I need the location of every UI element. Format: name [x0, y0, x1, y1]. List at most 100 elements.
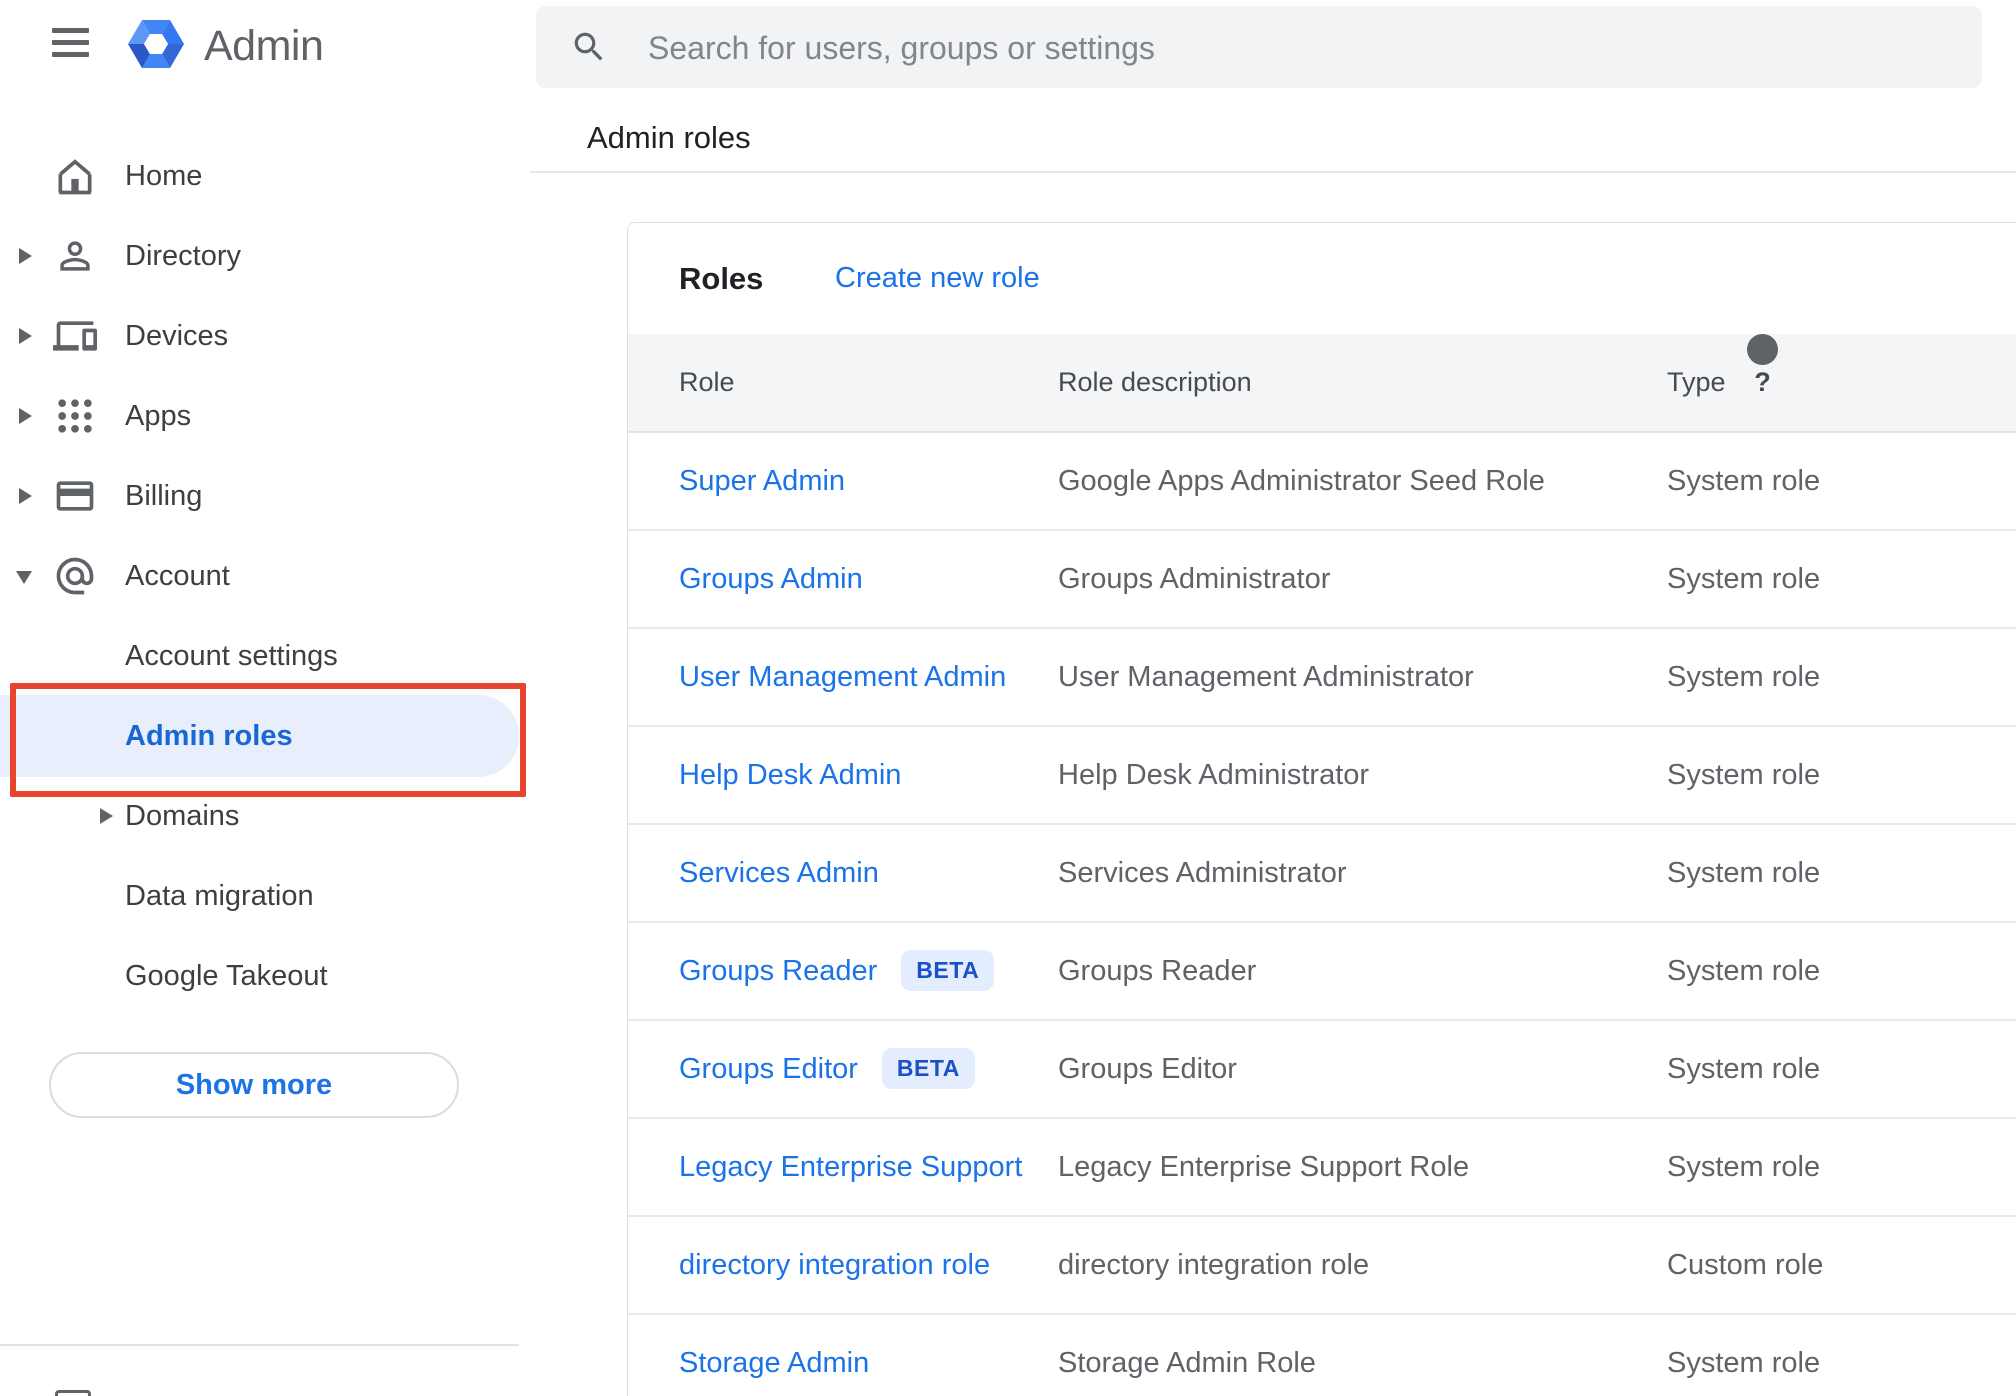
search-icon	[570, 28, 608, 66]
role-link[interactable]: Groups Admin	[679, 563, 863, 595]
role-type: System role	[1667, 759, 1821, 791]
table-row: Groups AdminBETA Groups Administrator Sy…	[628, 531, 2016, 629]
role-link[interactable]: Groups Editor	[679, 1053, 858, 1085]
column-header-type: Type	[1667, 367, 1726, 397]
beta-badge: BETA	[901, 950, 995, 991]
roles-title: Roles	[679, 261, 764, 296]
expand-arrow-icon[interactable]	[19, 248, 32, 264]
sidebar-item-data-migration[interactable]: Data migration	[0, 856, 530, 936]
devices-icon	[53, 314, 97, 358]
role-description: directory integration role	[1058, 1249, 1370, 1281]
help-icon[interactable]: ?	[1747, 334, 1778, 397]
beta-badge: BETA	[881, 1048, 975, 1089]
sidebar-item-billing[interactable]: Billing	[0, 456, 530, 536]
sidebar-item-label: Data migration	[125, 880, 314, 912]
sidebar-item-devices[interactable]: Devices	[0, 296, 530, 376]
role-link[interactable]: Legacy Enterprise Support	[679, 1151, 1022, 1183]
table-header: Role Role description Type ?	[628, 334, 2016, 433]
role-type: System role	[1667, 857, 1821, 889]
role-description: Legacy Enterprise Support Role	[1058, 1151, 1470, 1183]
sidebar-item-admin-roles[interactable]: Admin roles	[0, 683, 530, 797]
role-link[interactable]: directory integration role	[679, 1249, 990, 1281]
role-description: User Management Administrator	[1058, 661, 1474, 693]
column-header-role: Role	[679, 367, 735, 397]
card-icon	[53, 474, 97, 518]
role-link[interactable]: Super Admin	[679, 465, 845, 497]
menu-bar	[52, 40, 89, 45]
google-admin-console: Admin Home Directory Devices Apps Billin…	[0, 0, 2016, 1396]
person-icon	[53, 234, 97, 278]
sidebar-item-label: Apps	[125, 400, 192, 432]
role-type: System role	[1667, 661, 1821, 693]
table-row: Help Desk AdminBETA Help Desk Administra…	[628, 727, 2016, 825]
sidebar-item-label: Account	[125, 560, 230, 592]
sidebar-item-label: Billing	[125, 480, 203, 512]
role-description: Groups Reader	[1058, 955, 1257, 987]
roles-card: Roles Create new role Role Role descript…	[627, 222, 2016, 1396]
table-row: directory integration roleBETA directory…	[628, 1217, 2016, 1315]
collapse-arrow-icon[interactable]	[16, 571, 32, 584]
sidebar-item-label: Account settings	[125, 640, 338, 672]
search-bar	[536, 6, 1982, 90]
expand-arrow-icon[interactable]	[19, 408, 32, 424]
role-type: System role	[1667, 955, 1821, 987]
sidebar-item-label: Domains	[125, 800, 240, 832]
partial-bottom-icon	[55, 1390, 91, 1396]
role-description: Groups Editor	[1058, 1053, 1237, 1085]
role-description: Groups Administrator	[1058, 563, 1331, 595]
role-description: Google Apps Administrator Seed Role	[1058, 465, 1545, 497]
role-type: System role	[1667, 465, 1821, 497]
expand-arrow-icon[interactable]	[19, 488, 32, 504]
table-row: Services AdminBETA Services Administrato…	[628, 825, 2016, 923]
menu-bar	[52, 52, 89, 57]
sidebar-item-label: Devices	[125, 320, 229, 352]
sidebar-item-label: Directory	[125, 240, 242, 272]
sidebar-item-account[interactable]: Account	[0, 536, 530, 616]
column-header-description: Role description	[1058, 367, 1252, 397]
sidebar-item-label: Home	[125, 160, 203, 192]
role-type: System role	[1667, 563, 1821, 595]
role-link[interactable]: Storage Admin	[679, 1347, 869, 1379]
show-more-button[interactable]: Show more	[49, 1052, 459, 1118]
breadcrumb: Admin roles	[587, 120, 751, 155]
role-description: Help Desk Administrator	[1058, 759, 1370, 791]
sidebar-item-home[interactable]: Home	[0, 136, 530, 216]
table-body: Super Admin BETA Google Apps Administrato…	[628, 433, 2016, 1396]
sidebar-item-label: Admin roles	[125, 720, 293, 752]
sidebar-item-google-takeout[interactable]: Google Takeout	[0, 936, 530, 1016]
role-type: System role	[1667, 1151, 1821, 1183]
role-link[interactable]: Help Desk Admin	[679, 759, 901, 791]
menu-icon[interactable]	[52, 28, 89, 57]
home-icon	[53, 154, 97, 198]
role-link[interactable]: Services Admin	[679, 857, 879, 889]
table-row: Super AdminBETA Google Apps Administrato…	[628, 433, 2016, 531]
sidebar: Admin Home Directory Devices Apps Billin…	[0, 0, 530, 1396]
at-icon	[53, 554, 97, 598]
sidebar-item-account-settings[interactable]: Account settings	[0, 616, 530, 696]
role-link[interactable]: User Management Admin	[679, 661, 1006, 693]
sidebar-item-directory[interactable]: Directory	[0, 216, 530, 296]
apps-icon	[53, 394, 97, 438]
sidebar-item-apps[interactable]: Apps	[0, 376, 530, 456]
role-type: Custom role	[1667, 1249, 1824, 1281]
admin-logo-icon	[126, 17, 186, 72]
app-title: Admin	[204, 22, 324, 70]
table-row: Groups Editor BETA Groups Editor System r…	[628, 1021, 2016, 1119]
search-input[interactable]	[646, 6, 1930, 90]
role-link[interactable]: Groups Reader	[679, 955, 877, 987]
menu-bar	[52, 28, 89, 33]
expand-arrow-icon[interactable]	[19, 328, 32, 344]
create-new-role-link[interactable]: Create new role	[835, 223, 1040, 334]
table-row: Legacy Enterprise SupportBETA Legacy Ent…	[628, 1119, 2016, 1217]
sidebar-item-domains[interactable]: Domains	[0, 776, 530, 856]
role-description: Storage Admin Role	[1058, 1347, 1316, 1379]
sidebar-divider	[0, 1344, 519, 1346]
role-description: Services Administrator	[1058, 857, 1347, 889]
role-type: System role	[1667, 1347, 1821, 1379]
header-divider	[530, 171, 2016, 173]
roles-titlebar: Roles Create new role	[628, 223, 2016, 334]
sidebar-item-label: Google Takeout	[125, 960, 328, 992]
expand-arrow-icon[interactable]	[100, 808, 113, 824]
role-type: System role	[1667, 1053, 1821, 1085]
table-row: User Management AdminBETA User Managemen…	[628, 629, 2016, 727]
